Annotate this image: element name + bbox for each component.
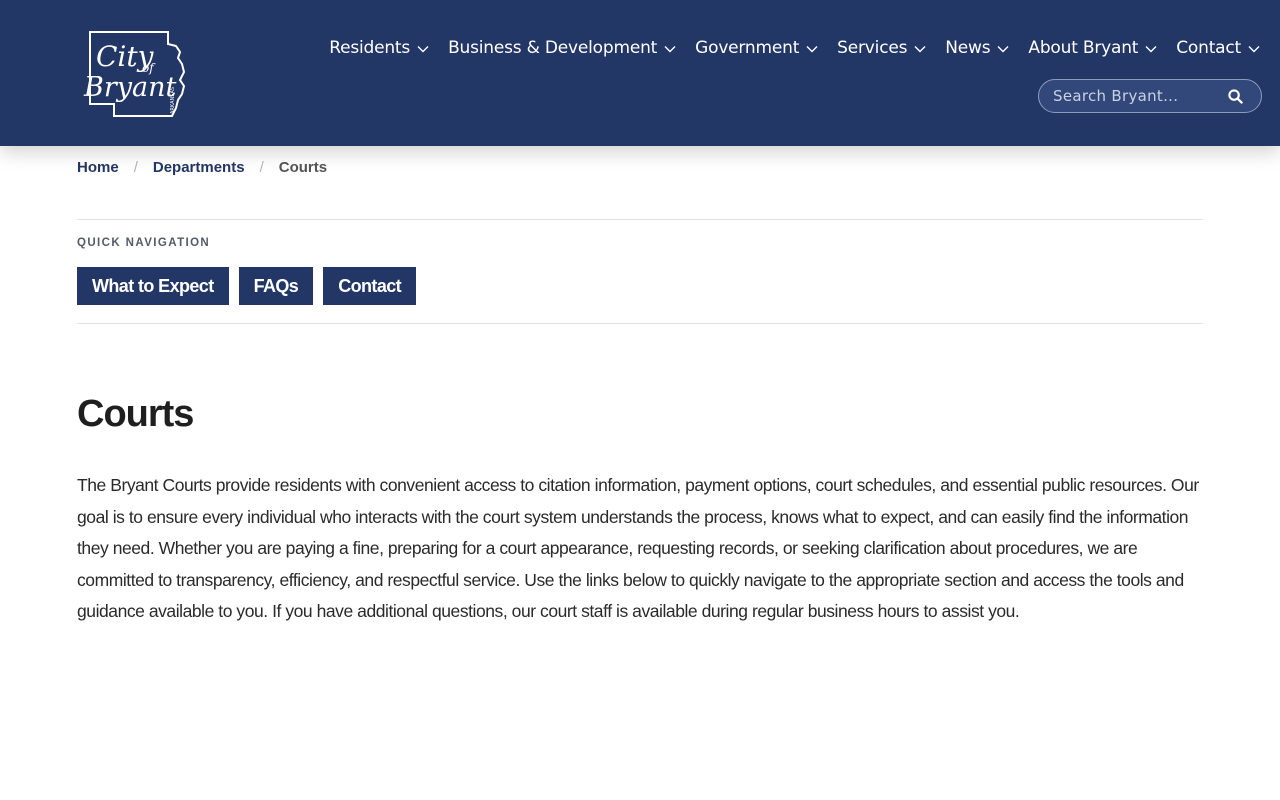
nav-services[interactable]: Services [837, 38, 926, 58]
breadcrumb-current: Courts [278, 158, 328, 176]
page-title: Courts [77, 393, 194, 435]
contact-button[interactable]: Contact [323, 267, 417, 305]
nav-label: Services [837, 38, 908, 58]
breadcrumb-separator: / [133, 158, 138, 176]
city-of-bryant-logo[interactable]: City of Bryant ARKANSAS [76, 24, 200, 122]
nav-label: Government [695, 38, 800, 58]
breadcrumb: Home / Departments / Courts [77, 158, 327, 176]
breadcrumb-home-link[interactable]: Home [77, 159, 119, 176]
nav-label: Contact [1176, 38, 1241, 58]
main-nav: Residents Business & Development Governm… [329, 36, 1260, 60]
what-to-expect-button[interactable]: What to Expect [77, 267, 229, 305]
chevron-down-icon [997, 46, 1009, 53]
nav-label: Business & Development [448, 38, 658, 58]
quick-nav-buttons: What to Expect FAQs Contact [77, 267, 426, 305]
faqs-button[interactable]: FAQs [238, 267, 314, 305]
nav-business-development[interactable]: Business & Development [448, 38, 676, 58]
chevron-down-icon [1248, 46, 1260, 53]
divider [77, 323, 1203, 324]
nav-label: News [945, 38, 991, 58]
breadcrumb-separator: / [259, 158, 264, 176]
nav-about-bryant[interactable]: About Bryant [1028, 38, 1157, 58]
nav-label: About Bryant [1028, 38, 1139, 58]
divider [77, 219, 1203, 220]
search-input[interactable] [1039, 87, 1219, 105]
intro-paragraph: The Bryant Courts provide residents with… [77, 475, 1199, 621]
search-box [1038, 79, 1262, 113]
chevron-down-icon [914, 46, 926, 53]
chevron-down-icon [417, 46, 429, 53]
nav-residents[interactable]: Residents [329, 38, 429, 58]
logo-text-bryant: Bryant [83, 72, 176, 103]
chevron-down-icon [1145, 46, 1157, 53]
nav-label: Residents [329, 38, 411, 58]
chevron-down-icon [806, 46, 818, 53]
nav-government[interactable]: Government [695, 38, 818, 58]
nav-news[interactable]: News [945, 38, 1009, 58]
search-icon[interactable] [1228, 89, 1243, 104]
quick-nav-label: QUICK NAVIGATION [77, 237, 211, 249]
logo-text-state: ARKANSAS [170, 87, 176, 114]
chevron-down-icon [664, 46, 676, 53]
site-header: City of Bryant ARKANSAS Residents Busine… [0, 0, 1280, 146]
breadcrumb-departments-link[interactable]: Departments [153, 159, 245, 176]
nav-contact[interactable]: Contact [1176, 38, 1260, 58]
